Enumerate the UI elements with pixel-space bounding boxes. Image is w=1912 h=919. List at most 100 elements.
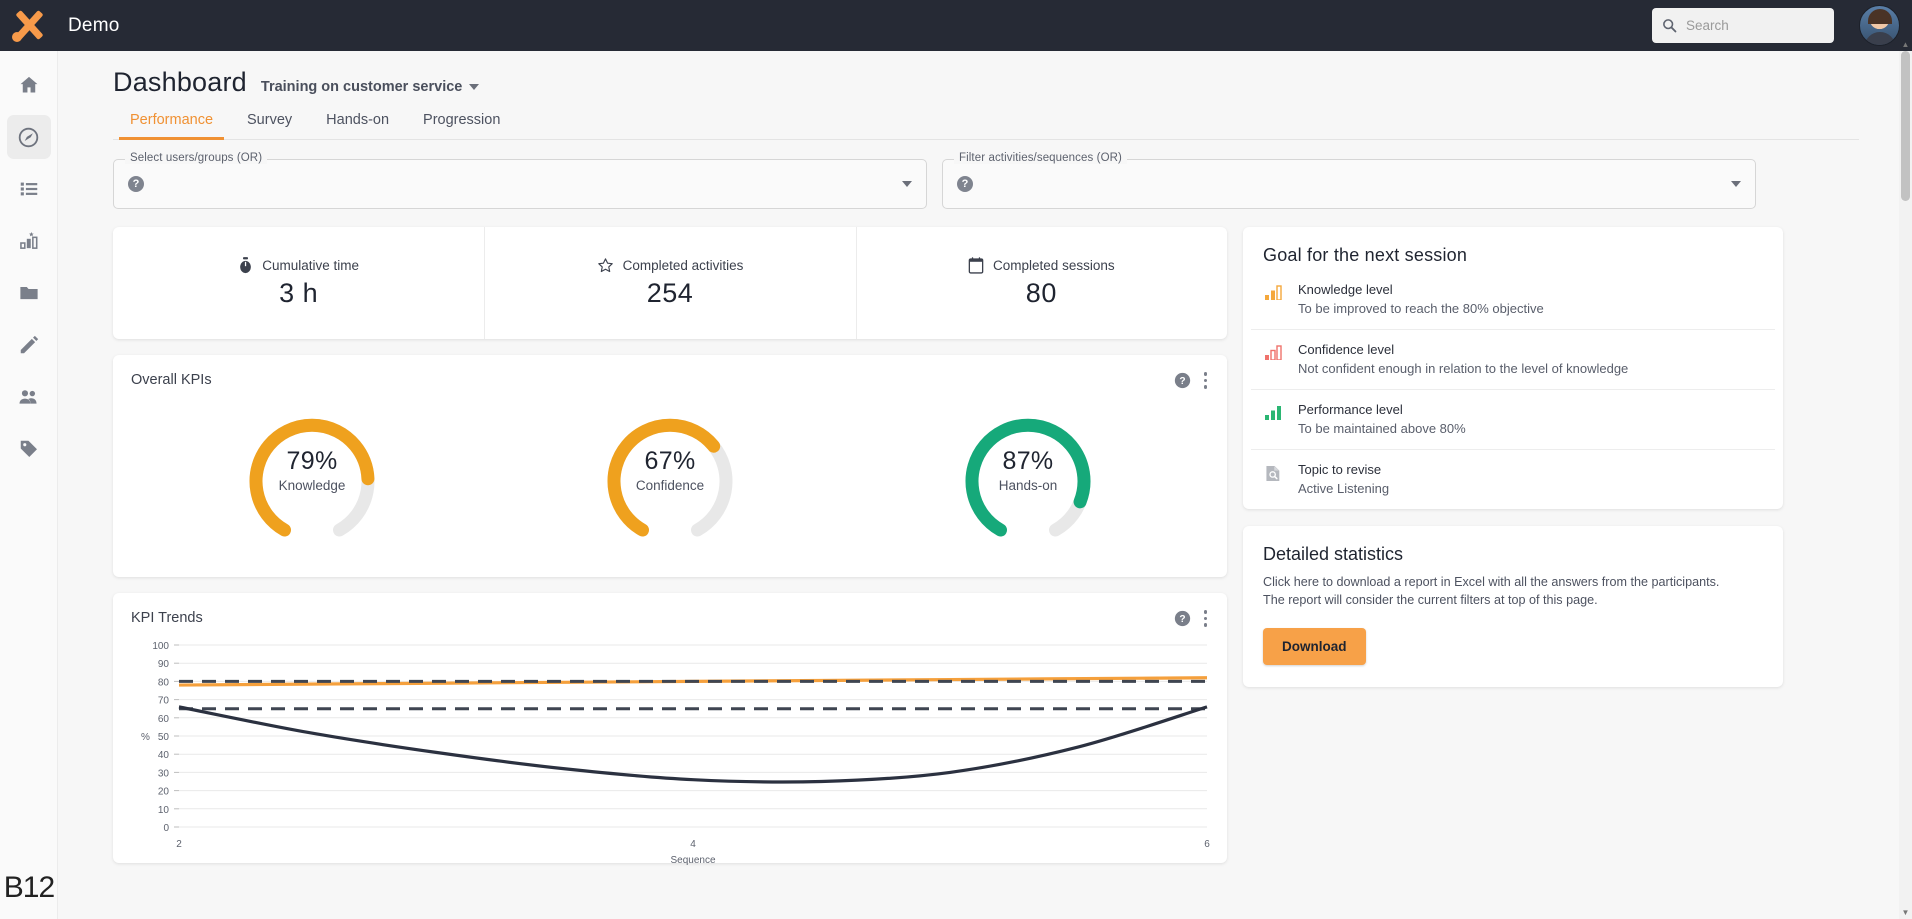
gauge-label: Hands-on xyxy=(998,478,1058,493)
chevron-down-icon[interactable] xyxy=(1731,181,1741,187)
svg-text:30: 30 xyxy=(158,768,170,779)
signal-bars-icon xyxy=(1265,282,1285,316)
sidebar-item-home[interactable] xyxy=(7,63,51,107)
help-icon[interactable]: ? xyxy=(1174,372,1191,389)
kebab-menu-icon[interactable] xyxy=(1203,372,1207,389)
card-header: Overall KPIs ? xyxy=(113,355,1227,389)
stopwatch-icon xyxy=(240,257,252,274)
users-groups-filter-label: Select users/groups (OR) xyxy=(125,152,268,164)
chevron-down-icon[interactable] xyxy=(902,181,912,187)
sidebar-item-results[interactable] xyxy=(7,219,51,263)
logo-x-icon xyxy=(12,9,46,43)
speedometer-icon xyxy=(18,127,39,147)
gauge-text: 87% Hands-on xyxy=(999,447,1058,493)
gauge-text: 79% Knowledge xyxy=(279,447,346,493)
goal-detail: To be improved to reach the 80% objectiv… xyxy=(1298,301,1544,316)
goal-title: Knowledge level xyxy=(1298,282,1393,297)
overall-kpis-card: Overall KPIs ? 79% Knowledge 67% Confide… xyxy=(113,355,1227,577)
star-icon xyxy=(597,258,613,273)
home-icon xyxy=(20,76,37,93)
sidebar-item-list[interactable] xyxy=(7,167,51,211)
tab-performance[interactable]: Performance xyxy=(113,112,230,140)
sidebar: B12 xyxy=(0,51,58,919)
tag-icon xyxy=(20,440,37,457)
stat-completed-activities: Completed activities 254 xyxy=(484,227,855,339)
goal-title: Topic to revise xyxy=(1298,462,1382,477)
tab-bar: Performance Survey Hands-on Progression xyxy=(113,112,1859,140)
goal-text: Confidence level Not confident enough in… xyxy=(1298,342,1628,376)
kpi-trends-card: KPI Trends ? 0 10 20 30 40 50 60 70 80 90 100% 2 4 6 S… xyxy=(113,593,1227,866)
tab-progression[interactable]: Progression xyxy=(406,112,517,139)
gauge-knowledge: 79% Knowledge xyxy=(224,397,400,549)
title-row: Dashboard Training on customer service xyxy=(113,67,1899,98)
scrollbar-thumb[interactable] xyxy=(1901,51,1910,201)
search-input[interactable] xyxy=(1686,18,1824,33)
bar-chart-star-icon xyxy=(19,232,37,249)
card-actions: ? xyxy=(1174,372,1207,389)
page-header: Dashboard Training on customer service P… xyxy=(58,51,1899,140)
kebab-menu-icon[interactable] xyxy=(1203,610,1207,627)
gauge-text: 67% Confidence xyxy=(636,447,704,493)
gauge-label: Confidence xyxy=(635,478,705,493)
calendar-icon xyxy=(968,257,984,274)
detailed-statistics-title: Detailed statistics xyxy=(1263,544,1404,564)
card-actions: ? xyxy=(1174,610,1207,627)
goal-text: Performance level To be maintained above… xyxy=(1298,402,1466,436)
scroll-down-arrow[interactable]: ▼ xyxy=(1899,906,1912,919)
stat-cumulative-time: Cumulative time 3 h xyxy=(113,227,484,339)
stat-label-text: Completed activities xyxy=(622,258,744,273)
svg-text:90: 90 xyxy=(158,659,170,670)
svg-text:0: 0 xyxy=(163,823,169,834)
goal-panel: Goal for the next session Knowledge leve… xyxy=(1243,227,1783,509)
tab-survey[interactable]: Survey xyxy=(230,112,309,139)
folder-icon xyxy=(19,286,38,300)
svg-text:60: 60 xyxy=(158,714,170,725)
help-icon[interactable]: ? xyxy=(957,176,973,192)
course-name: Training on customer service xyxy=(260,79,463,95)
gauge-percent: 79% xyxy=(286,447,338,475)
dashboard-grid: Cumulative time 3 h Completed activities… xyxy=(58,209,1899,866)
scroll-up-arrow[interactable]: ▲ xyxy=(1899,38,1912,51)
download-button[interactable]: Download xyxy=(1263,627,1366,665)
sidebar-item-library[interactable] xyxy=(7,271,51,315)
app-logo[interactable] xyxy=(0,0,58,51)
gauge-percent: 67% xyxy=(644,447,696,475)
stat-label: Completed sessions xyxy=(968,257,1115,274)
sidebar-item-users[interactable] xyxy=(7,375,51,419)
stat-label-text: Completed sessions xyxy=(993,258,1115,273)
goal-title: Confidence level xyxy=(1298,342,1395,357)
stat-label: Cumulative time xyxy=(238,257,359,274)
detailed-statistics-description: Click here to download a report in Excel… xyxy=(1263,575,1720,607)
sidebar-item-tags[interactable] xyxy=(7,427,51,471)
gauge-group: 79% Knowledge 67% Confidence 87% Hands-o… xyxy=(113,389,1227,577)
help-icon[interactable]: ? xyxy=(128,176,144,192)
course-selector[interactable]: Training on customer service xyxy=(260,79,480,95)
svg-text:80: 80 xyxy=(158,677,170,688)
sidebar-item-dashboard[interactable] xyxy=(6,115,51,159)
goal-item-knowledge: Knowledge level To be improved to reach … xyxy=(1243,270,1783,329)
svg-text:%: % xyxy=(141,732,150,743)
svg-text:100: 100 xyxy=(152,641,169,652)
help-icon[interactable]: ? xyxy=(1174,610,1191,627)
stat-label: Completed activities xyxy=(597,257,744,274)
search-box[interactable] xyxy=(1652,8,1834,43)
svg-text:2: 2 xyxy=(176,839,182,850)
svg-text:10: 10 xyxy=(158,805,170,816)
brand-name: Demo xyxy=(68,14,120,36)
svg-text:70: 70 xyxy=(158,696,170,707)
tab-hands-on[interactable]: Hands-on xyxy=(309,112,406,139)
signal-bars-icon xyxy=(1265,342,1285,376)
avatar[interactable] xyxy=(1859,5,1900,46)
trend-chart-svg: 0 10 20 30 40 50 60 70 80 90 100% 2 4 6 Sequence xyxy=(141,641,1210,866)
goal-detail: To be maintained above 80% xyxy=(1298,421,1466,436)
page-scrollbar[interactable]: ▲ ▼ xyxy=(1899,40,1912,919)
activities-sequences-filter[interactable]: Filter activities/sequences (OR) ? xyxy=(942,152,1756,209)
stat-cards: Cumulative time 3 h Completed activities… xyxy=(113,227,1227,339)
svg-text:?: ? xyxy=(1179,614,1185,625)
search-icon xyxy=(1663,19,1677,33)
stat-value: 3 h xyxy=(279,278,319,308)
users-groups-filter[interactable]: Select users/groups (OR) ? xyxy=(113,152,927,209)
sidebar-item-editor[interactable] xyxy=(7,323,51,367)
kpi-trends-chart: 0 10 20 30 40 50 60 70 80 90 100% 2 4 6 Sequence xyxy=(113,627,1227,880)
svg-text:4: 4 xyxy=(690,839,696,850)
